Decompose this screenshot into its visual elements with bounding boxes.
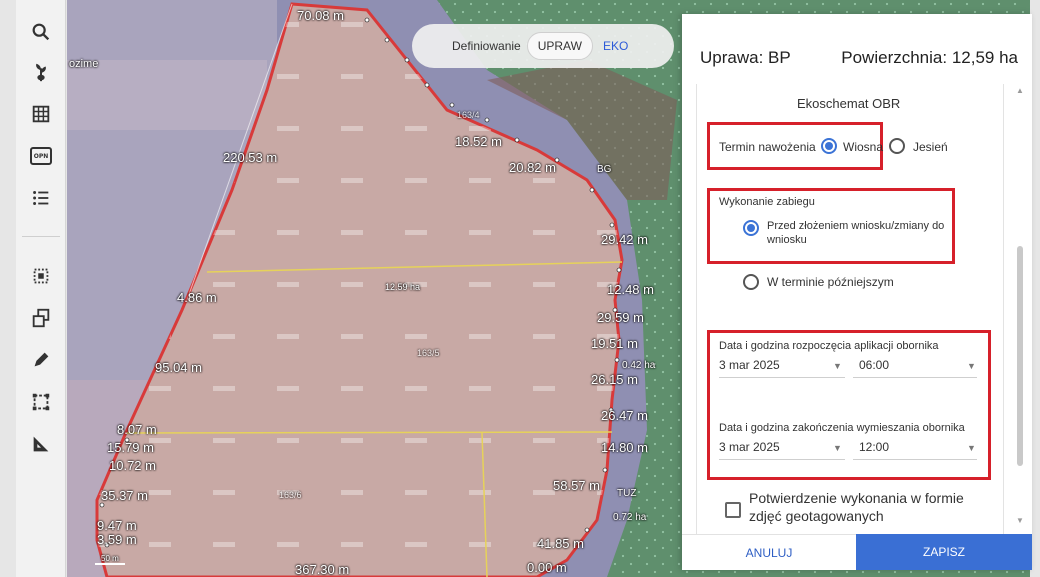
start-time-value: 06:00 — [859, 358, 890, 372]
land-tag: 0.72 ha — [613, 512, 647, 523]
plant-icon[interactable] — [16, 54, 66, 90]
distance-label: 70.08 m — [297, 8, 344, 23]
distance-label: 41.85 m — [537, 536, 584, 551]
crop-panel: Uprawa: BP Powierzchnia: 12,59 ha Ekosch… — [682, 14, 1032, 570]
distance-label: 29.42 m — [601, 232, 648, 247]
fertilization-label: Termin nawożenia — [719, 140, 816, 154]
distance-label: 58.57 m — [553, 478, 600, 493]
parcel-id: 163/5 — [417, 348, 440, 358]
start-time-dropdown-icon: ▼ — [967, 361, 976, 371]
end-time-dropdown-icon: ▼ — [967, 443, 976, 453]
scroll-down-icon[interactable]: ▼ — [1016, 516, 1024, 525]
land-tag: ozime — [69, 58, 99, 70]
radio-later[interactable] — [743, 274, 759, 290]
select-area-icon[interactable] — [16, 258, 66, 294]
cancel-button[interactable]: ANULUJ — [682, 534, 856, 570]
distance-label: 29.59 m — [597, 310, 644, 325]
frame-icon[interactable] — [16, 384, 66, 420]
grid-icon[interactable] — [16, 96, 66, 132]
radio-before-label: Przed złożeniem wniosku/zmiany do — [767, 220, 945, 232]
distance-label: 367.30 m — [295, 562, 350, 577]
photo-confirm-label: Potwierdzenie wykonania w formie — [749, 490, 964, 506]
end-date-value: 3 mar 2025 — [719, 440, 780, 454]
distance-label: 95.04 m — [155, 360, 202, 375]
end-time-value: 12:00 — [859, 440, 890, 454]
land-tag: TUZ — [617, 488, 637, 499]
distance-label: 10.72 m — [109, 458, 156, 473]
area-title: Powierzchnia: 12,59 ha — [841, 48, 1018, 67]
radio-before[interactable] — [743, 220, 759, 236]
distance-label: 20.82 m — [509, 160, 556, 175]
distance-label: 26.47 m — [601, 408, 648, 423]
radio-later-label: W terminie późniejszym — [767, 275, 894, 289]
area-label: 12.59 ha — [385, 282, 421, 292]
parcel-id: 163/6 — [279, 490, 302, 500]
distance-label: 14.80 m — [601, 440, 648, 455]
pencil-icon[interactable] — [16, 342, 66, 378]
radio-spring[interactable] — [821, 138, 837, 154]
toolbar-divider — [22, 236, 60, 237]
distance-label: 26.15 m — [591, 372, 638, 387]
distance-label: 220.53 m — [223, 150, 278, 165]
mode-eko-button[interactable]: EKO — [603, 39, 628, 53]
start-date-dropdown-icon: ▼ — [833, 361, 842, 371]
distance-label: 9.47 m — [97, 518, 137, 533]
opn-icon[interactable]: OPN — [16, 138, 66, 174]
left-toolbar: OPN — [16, 0, 66, 577]
copy-icon[interactable] — [16, 300, 66, 336]
end-label: Data i godzina zakończenia wymieszania o… — [719, 422, 965, 434]
mode-upraw-button[interactable]: UPRAW — [526, 32, 593, 60]
panel-scroll-area[interactable]: Ekoschemat OBR Termin nawożenia Wiosna J… — [696, 84, 1004, 544]
radio-before-label-2: wniosku — [767, 234, 807, 246]
distance-label: 0.00 m — [527, 560, 567, 575]
distance-label: 15.79 m — [107, 440, 154, 455]
execution-label: Wykonanie zabiegu — [719, 196, 815, 208]
save-button[interactable]: ZAPISZ — [856, 534, 1032, 570]
ruler-icon[interactable] — [16, 426, 66, 462]
end-date-dropdown-icon: ▼ — [833, 443, 842, 453]
distance-label: 4.86 m — [177, 290, 217, 305]
radio-autumn[interactable] — [889, 138, 905, 154]
distance-label: 18.52 m — [455, 134, 502, 149]
distance-label: 3.59 m — [97, 532, 137, 547]
photo-confirm-checkbox[interactable] — [725, 502, 741, 518]
distance-label: 12.48 m — [607, 282, 654, 297]
parcel-id: 163/4 — [457, 110, 480, 120]
distance-label: 8.07 m — [117, 422, 157, 437]
land-tag: BG — [597, 164, 612, 175]
opn-icon-label: OPN — [30, 147, 52, 165]
scale-bar: 50 m — [95, 554, 125, 565]
mode-label: Definiowanie — [452, 39, 521, 53]
distance-label: 19.51 m — [591, 336, 638, 351]
photo-confirm-label-2: zdjęć geotagowanych — [749, 508, 884, 524]
start-label: Data i godzina rozpoczęcia aplikacji obo… — [719, 340, 939, 352]
land-tag: 0.42 ha — [622, 360, 656, 371]
crop-title: Uprawa: BP — [700, 48, 791, 67]
radio-spring-label: Wiosna — [843, 140, 884, 154]
search-icon[interactable] — [16, 14, 66, 50]
section-title: Ekoschemat OBR — [797, 96, 901, 111]
app-root: OPN 70.08 m 220.53 m 4.86 m 95.04 m 8.07… — [0, 0, 1040, 577]
scroll-up-icon[interactable]: ▲ — [1016, 86, 1024, 95]
distance-label: 35.37 m — [101, 488, 148, 503]
panel-scrollbar-thumb[interactable] — [1017, 246, 1023, 466]
radio-autumn-label: Jesień — [913, 140, 948, 154]
list-icon[interactable] — [16, 180, 66, 216]
start-date-value: 3 mar 2025 — [719, 358, 780, 372]
mode-selector[interactable]: Definiowanie UPRAW EKO — [412, 24, 674, 68]
